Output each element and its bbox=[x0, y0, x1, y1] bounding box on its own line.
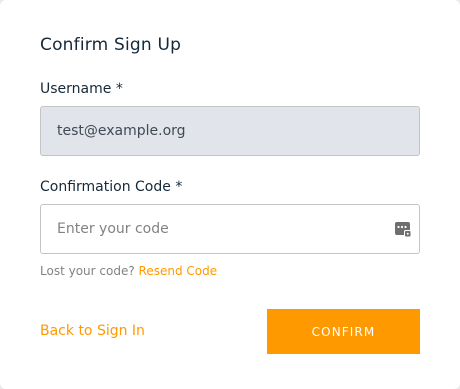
username-label: Username * bbox=[40, 81, 123, 97]
form-title: Confirm Sign Up bbox=[40, 35, 182, 55]
username-field[interactable]: test@example.org bbox=[40, 106, 420, 156]
lost-code-hint: Lost your code? Resend Code bbox=[40, 264, 217, 278]
back-to-sign-in-link[interactable]: Back to Sign In bbox=[40, 323, 145, 339]
confirm-sign-up-card: Confirm Sign Up Username * test@example.… bbox=[0, 0, 460, 389]
resend-code-link[interactable]: Resend Code bbox=[139, 264, 218, 278]
confirm-button[interactable]: CONFIRM bbox=[267, 309, 420, 354]
lost-code-text: Lost your code? bbox=[40, 264, 135, 278]
confirmation-code-input[interactable] bbox=[40, 204, 420, 254]
key-dots-icon[interactable] bbox=[394, 220, 412, 238]
confirmation-code-label: Confirmation Code * bbox=[40, 179, 183, 195]
